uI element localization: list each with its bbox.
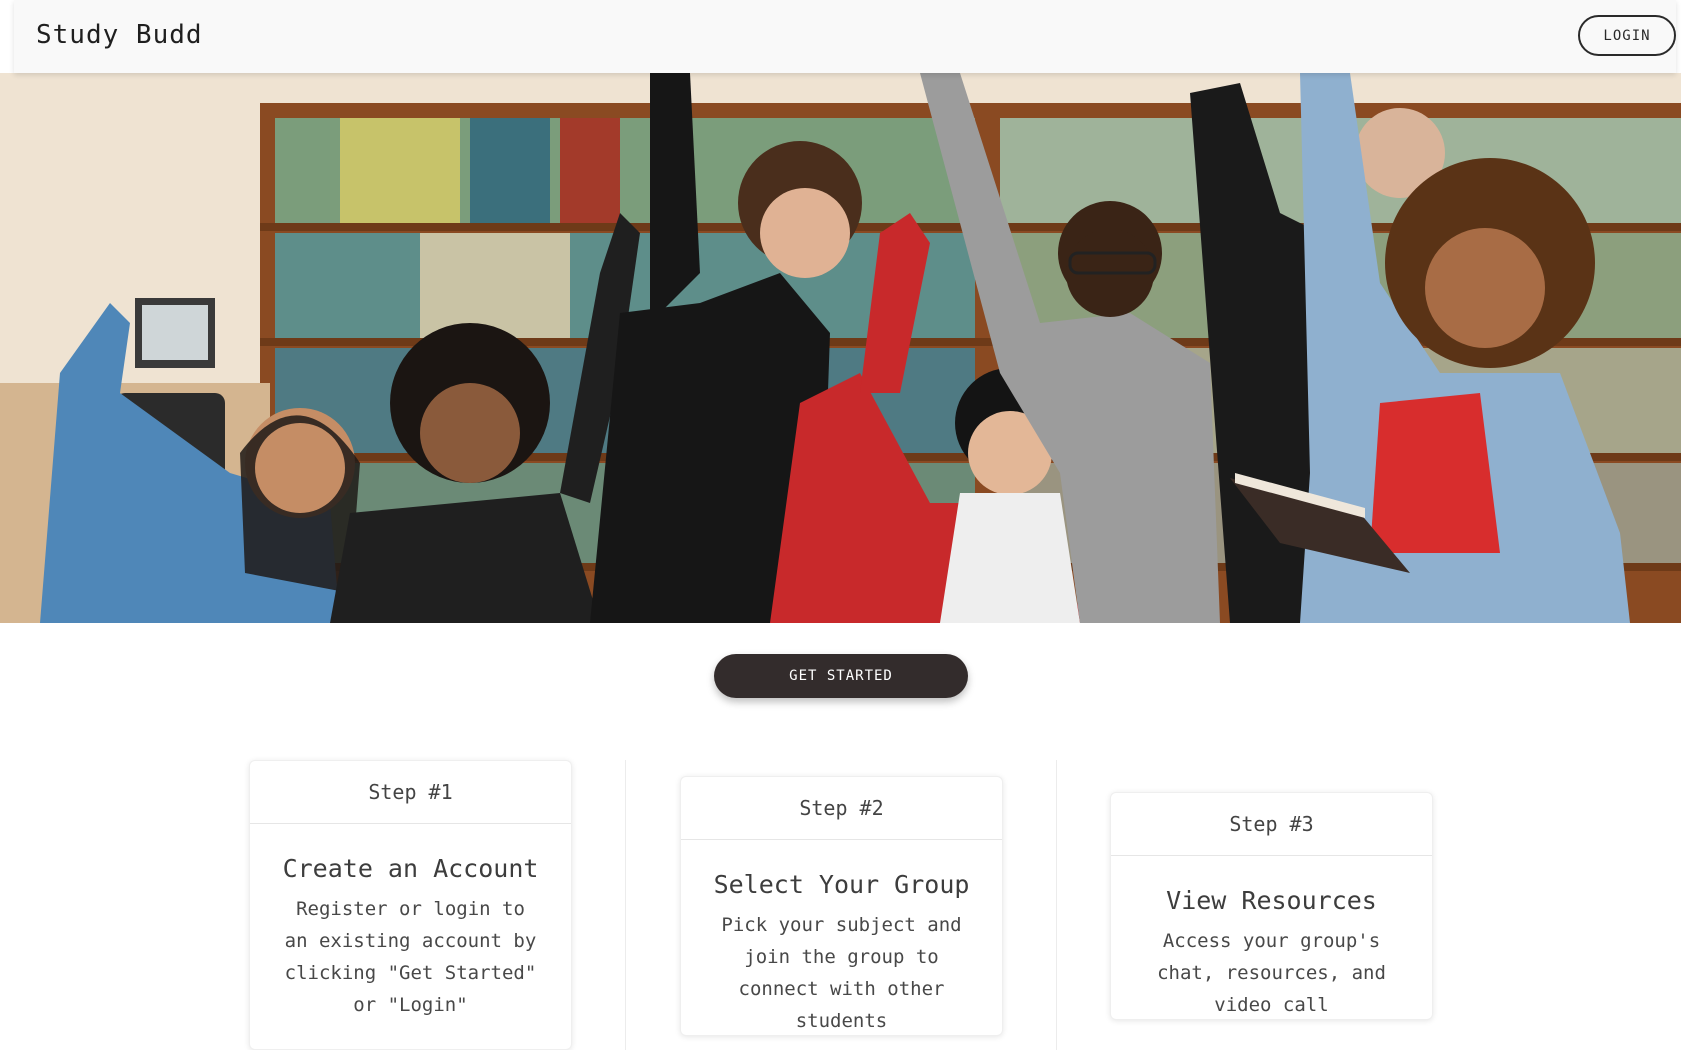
step-description: Register or login to an existing account… (284, 898, 537, 1016)
column-divider (1056, 760, 1057, 1050)
step-title: Create an Account (282, 854, 539, 883)
step-description: Access your group's chat, resources, and… (1157, 930, 1386, 1016)
step-header: Step #2 (681, 777, 1002, 840)
step-card-1: Step #1 Create an Account Register or lo… (249, 760, 572, 1050)
hero-illustration (0, 73, 1681, 623)
step-card-2: Step #2 Select Your Group Pick your subj… (680, 776, 1003, 1036)
navbar: Study Budd LOGIN (14, 0, 1676, 73)
column-divider (625, 760, 626, 1050)
hero-image (0, 73, 1681, 623)
get-started-button[interactable]: GET STARTED (714, 654, 968, 698)
login-button[interactable]: LOGIN (1578, 15, 1676, 56)
step-header: Step #3 (1111, 793, 1432, 856)
step-card-3: Step #3 View Resources Access your group… (1110, 792, 1433, 1020)
step-description: Pick your subject and join the group to … (721, 914, 962, 1032)
step-title: View Resources (1166, 886, 1377, 915)
step-header: Step #1 (250, 761, 571, 824)
step-title: Select Your Group (713, 870, 970, 899)
brand-logo[interactable]: Study Budd (36, 20, 203, 50)
